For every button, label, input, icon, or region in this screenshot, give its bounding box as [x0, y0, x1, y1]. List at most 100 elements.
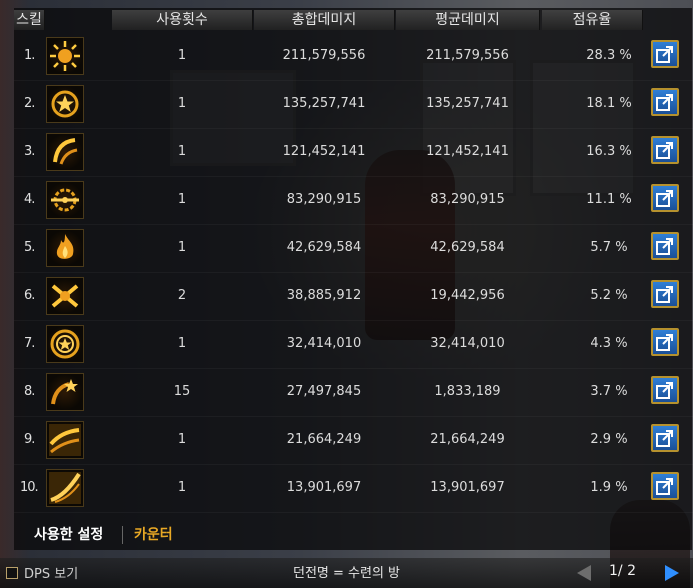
share-button[interactable]	[651, 328, 679, 356]
share-icon	[656, 46, 673, 63]
damage-share: 5.2 %	[590, 288, 628, 303]
use-count: 1	[177, 96, 187, 111]
total-damage: 42,629,584	[286, 240, 362, 255]
average-damage: 211,579,556	[426, 48, 509, 63]
header-skill: 스킬	[14, 10, 45, 30]
rank: 1.	[24, 48, 35, 63]
rank: 6.	[24, 288, 35, 303]
average-damage: 13,901,697	[430, 480, 505, 495]
header-share: 점유율	[542, 10, 643, 30]
table-row: 3. 1 121,452,141 121,452,141 16.3 %	[14, 128, 693, 177]
share-icon	[656, 430, 673, 447]
share-icon	[656, 142, 673, 159]
rank: 9.	[24, 432, 35, 447]
share-icon	[656, 382, 673, 399]
cross-slash-icon	[46, 277, 84, 315]
table-row: 10. 1 13,901,697 13,901,697 1.9 %	[14, 464, 693, 513]
pager: 1/ 2	[565, 561, 693, 585]
star-swirl-icon	[46, 373, 84, 411]
average-damage: 83,290,915	[430, 192, 505, 207]
use-count: 1	[177, 48, 187, 63]
total-damage: 121,452,141	[282, 144, 366, 159]
share-button[interactable]	[651, 184, 679, 212]
share-button[interactable]	[651, 280, 679, 308]
share-icon	[656, 334, 673, 351]
share-button[interactable]	[651, 472, 679, 500]
table-row: 6. 2 38,885,912 19,442,956 5.2 %	[14, 272, 693, 321]
tab-used-settings[interactable]: 사용한 설정	[34, 520, 103, 550]
damage-share: 1.9 %	[590, 480, 628, 495]
use-count: 1	[177, 480, 187, 495]
average-damage: 1,833,189	[434, 384, 501, 399]
average-damage: 32,414,010	[430, 336, 505, 351]
use-count: 1	[177, 240, 187, 255]
share-icon	[656, 190, 673, 207]
use-count: 15	[173, 384, 191, 399]
share-button[interactable]	[651, 424, 679, 452]
use-count: 2	[177, 288, 187, 303]
tab-counter[interactable]: 카운터	[134, 520, 173, 550]
rank: 7.	[24, 336, 35, 351]
panel-tabs: 사용한 설정 카운터	[14, 520, 692, 550]
share-button[interactable]	[651, 40, 679, 68]
use-count: 1	[177, 336, 187, 351]
total-damage: 27,497,845	[286, 384, 362, 399]
share-button[interactable]	[651, 88, 679, 116]
share-button[interactable]	[651, 376, 679, 404]
table-row: 5. 1 42,629,584 42,629,584 5.7 %	[14, 224, 693, 273]
damage-share: 5.7 %	[590, 240, 628, 255]
total-damage: 211,579,556	[282, 48, 366, 63]
rank: 2.	[24, 96, 35, 111]
average-damage: 19,442,956	[430, 288, 505, 303]
swoosh-icon	[46, 469, 84, 507]
bottom-bar: DPS 보기 던전명 = 수련의 방 1/ 2	[0, 558, 693, 588]
rank: 4.	[24, 192, 35, 207]
average-damage: 42,629,584	[430, 240, 505, 255]
share-icon	[656, 238, 673, 255]
rank: 5.	[24, 240, 35, 255]
average-damage: 21,664,249	[430, 432, 505, 447]
table-row: 8. 15 27,497,845 1,833,189 3.7 %	[14, 368, 693, 417]
share-icon	[656, 478, 673, 495]
page-indicator: 1/ 2	[609, 563, 636, 579]
table-row: 2. 1 135,257,741 135,257,741 18.1 %	[14, 80, 693, 129]
total-damage: 135,257,741	[282, 96, 366, 111]
use-count: 1	[177, 144, 187, 159]
sword-gear-icon	[46, 181, 84, 219]
use-count: 1	[177, 192, 187, 207]
average-damage: 121,452,141	[426, 144, 509, 159]
table-row: 9. 1 21,664,249 21,664,249 2.9 %	[14, 416, 693, 465]
damage-share: 16.3 %	[586, 144, 632, 159]
total-damage: 21,664,249	[286, 432, 362, 447]
next-page-icon[interactable]	[665, 565, 679, 581]
total-damage: 83,290,915	[286, 192, 362, 207]
flame-icon	[46, 229, 84, 267]
table-row: 1. 1 211,579,556 211,579,556 28.3 %	[14, 32, 693, 81]
use-count: 1	[177, 432, 187, 447]
star-ring-icon	[46, 85, 84, 123]
total-damage: 32,414,010	[286, 336, 362, 351]
prev-page-icon[interactable]	[577, 565, 591, 581]
star-circle-icon	[46, 325, 84, 363]
table-row: 7. 1 32,414,010 32,414,010 4.3 %	[14, 320, 693, 369]
table-row: 4. 1 83,290,915 83,290,915 11.1 %	[14, 176, 693, 225]
table-header: 스킬 사용횟수 총합데미지 평균데미지 점유율	[14, 8, 682, 30]
share-button[interactable]	[651, 232, 679, 260]
header-uses: 사용횟수	[112, 10, 253, 30]
damage-share: 11.1 %	[586, 192, 632, 207]
header-average-damage: 평균데미지	[396, 10, 540, 30]
average-damage: 135,257,741	[426, 96, 509, 111]
share-button[interactable]	[651, 136, 679, 164]
header-total-damage: 총합데미지	[254, 10, 395, 30]
damage-share: 18.1 %	[586, 96, 632, 111]
slash-arc-icon	[46, 133, 84, 171]
sun-burst-icon	[46, 37, 84, 75]
total-damage: 13,901,697	[286, 480, 362, 495]
rank: 8.	[24, 384, 35, 399]
damage-share: 4.3 %	[590, 336, 628, 351]
damage-share: 3.7 %	[590, 384, 628, 399]
total-damage: 38,885,912	[286, 288, 362, 303]
tab-divider	[122, 526, 123, 544]
rank: 3.	[24, 144, 35, 159]
share-icon	[656, 286, 673, 303]
